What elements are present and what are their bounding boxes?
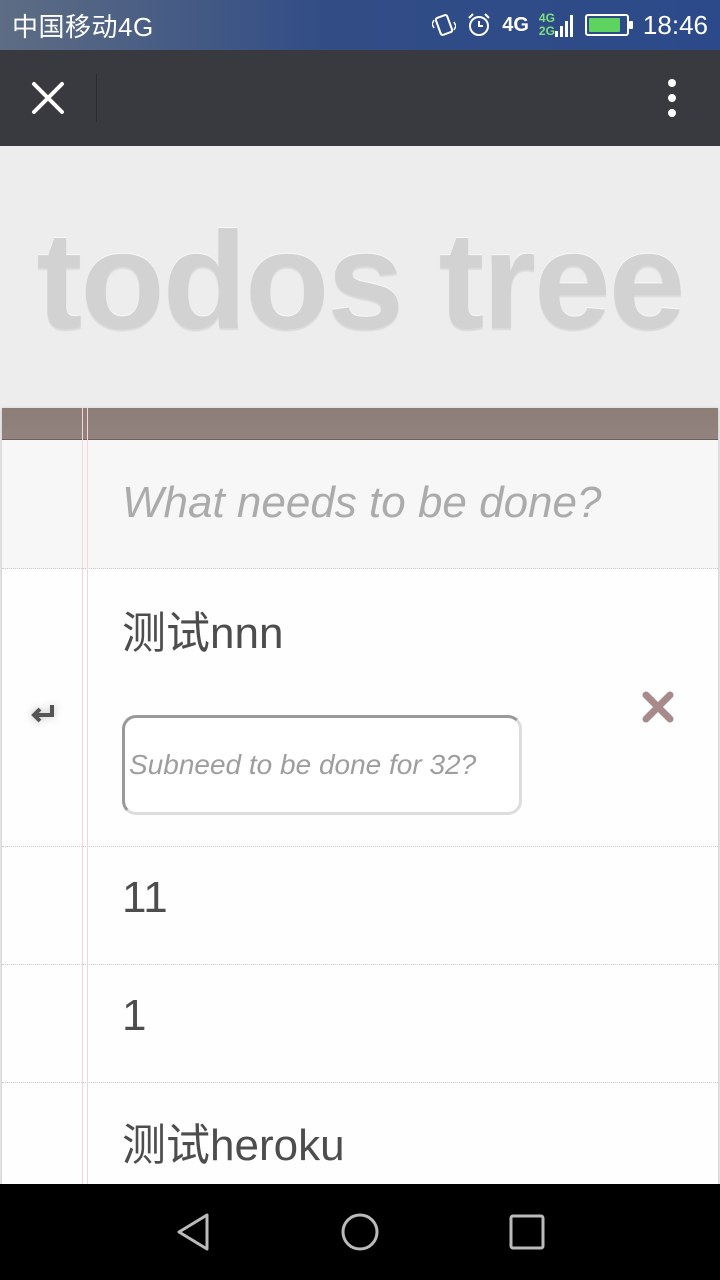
app-toolbar [0, 50, 720, 146]
todo-topbar [2, 408, 718, 440]
home-button[interactable] [320, 1192, 400, 1272]
carrier-label: 中国移动4G [12, 11, 154, 42]
network-primary: 4G [502, 14, 529, 36]
delete-button[interactable] [638, 687, 678, 727]
margin-line [82, 408, 88, 1184]
todo-item[interactable]: 11 [2, 847, 718, 965]
todo-item[interactable]: 测试heroku [2, 1083, 718, 1184]
enter-icon[interactable] [28, 699, 60, 731]
home-icon [341, 1213, 379, 1251]
toolbar-divider [96, 74, 97, 122]
todo-label: 测试heroku [122, 1121, 345, 1170]
clock: 18:46 [642, 9, 708, 40]
recents-button[interactable] [487, 1192, 567, 1272]
new-todo-input[interactable] [122, 468, 682, 538]
android-nav-bar [0, 1184, 720, 1280]
signal-icon: 4G 2G [539, 12, 575, 38]
app-header: todos tree [0, 146, 720, 408]
todo-item[interactable]: 测试nnn [2, 569, 718, 847]
back-icon [177, 1213, 209, 1251]
more-options-button[interactable] [624, 50, 720, 146]
close-icon [32, 82, 64, 114]
delete-icon [642, 691, 674, 723]
page-title: todos tree [36, 203, 685, 358]
more-vertical-icon [668, 79, 676, 117]
todo-label: 1 [122, 991, 147, 1040]
alarm-icon [466, 12, 492, 38]
vibrate-icon [432, 12, 457, 38]
subtodo-input[interactable] [122, 715, 522, 815]
todo-label: 测试nnn [122, 609, 284, 658]
new-todo-row [2, 440, 718, 569]
battery-icon [584, 14, 633, 36]
todo-label: 11 [122, 873, 168, 922]
close-button[interactable] [0, 50, 96, 146]
back-button[interactable] [153, 1192, 233, 1272]
recents-icon [509, 1214, 545, 1250]
battery-level [588, 18, 620, 32]
status-bar: 中国移动4G 4G 4G 2G 18:46 [0, 0, 720, 50]
todo-app: 测试nnn 11 1 测试heroku [2, 408, 718, 1184]
status-icons: 4G 4G 2G 18:46 [432, 10, 708, 41]
todo-item[interactable]: 1 [2, 965, 718, 1083]
